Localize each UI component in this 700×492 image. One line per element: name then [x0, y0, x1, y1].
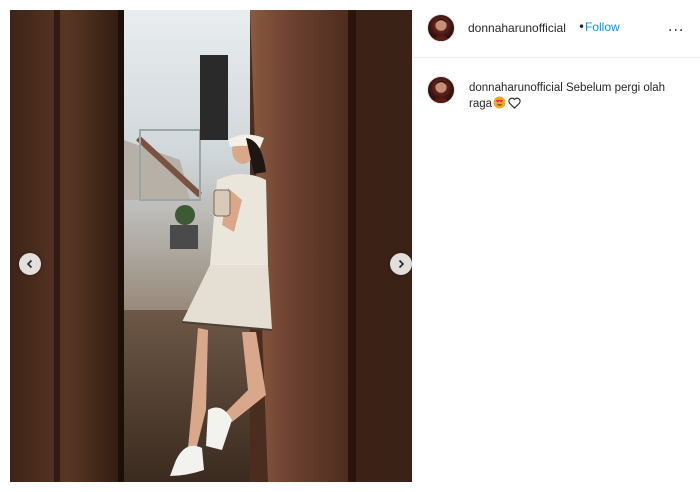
instagram-post: donnaharunofficial • Follow ... donnahar… [0, 0, 700, 492]
header-username[interactable]: donnaharunofficial [468, 21, 566, 35]
chevron-right-icon [398, 259, 405, 269]
chevron-left-icon [26, 259, 33, 269]
profile-photo-icon [431, 18, 451, 41]
more-options-icon[interactable]: ... [668, 19, 684, 35]
heart-eyes-emoji-icon [493, 96, 506, 109]
previous-photo-button[interactable] [19, 253, 41, 275]
caption-avatar[interactable] [427, 76, 455, 104]
post-header: donnaharunofficial • Follow ... [412, 0, 700, 58]
post-side-panel: donnaharunofficial • Follow ... donnahar… [412, 0, 700, 492]
caption-username[interactable]: donnaharunofficial [469, 82, 563, 94]
profile-photo-icon [431, 80, 451, 103]
heart-outline-icon[interactable] [508, 97, 521, 109]
avatar[interactable] [427, 14, 455, 42]
post-media[interactable] [10, 10, 412, 482]
next-photo-button[interactable] [390, 253, 412, 275]
post-photo [10, 10, 412, 482]
follow-button[interactable]: Follow [585, 20, 620, 34]
caption: donnaharunofficial Sebelum pergi olah ra… [469, 80, 669, 112]
